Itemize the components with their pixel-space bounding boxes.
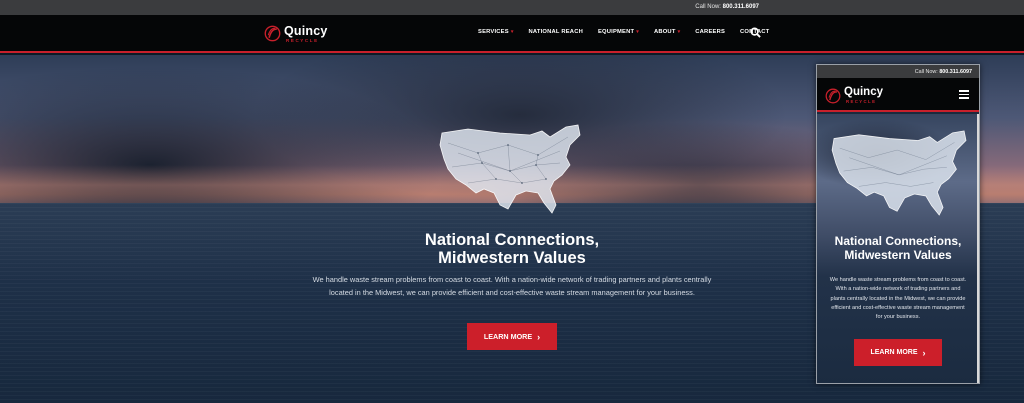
nav-label: NATIONAL REACH xyxy=(528,29,583,35)
chevron-down-icon: ▾ xyxy=(510,29,514,35)
main-nav: SERVICES ▾ NATIONAL REACH EQUIPMENT ▾ AB… xyxy=(478,29,769,35)
us-map-network-icon xyxy=(439,124,581,214)
logo-swirl-icon xyxy=(825,88,841,104)
brand-tagline: RECYCLE xyxy=(286,38,319,43)
mobile-call-label: Call Now: xyxy=(914,68,938,75)
chevron-down-icon: ▾ xyxy=(636,29,639,35)
chevron-right-icon: › xyxy=(922,347,926,358)
mobile-description: We handle waste stream problems from coa… xyxy=(825,276,971,322)
mobile-hero: National Connections, Midwestern Values … xyxy=(817,114,979,383)
blurb-line-2: located in the Midwest, we can provide e… xyxy=(329,288,695,297)
mobile-scrollbar[interactable] xyxy=(977,114,979,383)
utility-bar: Call Now: 800.311.6097 xyxy=(0,0,1024,15)
brand-name: Quincy xyxy=(284,24,328,38)
mobile-brand-name: Quincy xyxy=(844,86,883,98)
chevron-right-icon: › xyxy=(537,331,541,342)
mobile-blurb-line: for your business. xyxy=(875,314,921,321)
mobile-learn-more-button[interactable]: LEARN MORE › xyxy=(854,339,942,366)
mobile-blurb-line: With a nation-wide network of trading pa… xyxy=(835,286,961,293)
blurb-line-1: We handle waste stream problems from coa… xyxy=(312,275,712,284)
nav-national-reach[interactable]: NATIONAL REACH xyxy=(529,29,583,35)
nav-label: SERVICES xyxy=(478,29,509,35)
mobile-blurb-line: We handle waste stream problems from coa… xyxy=(829,277,967,283)
site-header: Quincy RECYCLE SERVICES ▾ NATIONAL REACH… xyxy=(0,15,1024,53)
call-now[interactable]: Call Now: 800.311.6097 xyxy=(695,4,759,10)
hero-description: We handle waste stream problems from coa… xyxy=(282,273,742,299)
mobile-headline: National Connections, Midwestern Values xyxy=(821,234,975,262)
mobile-cta-label: LEARN MORE xyxy=(870,349,918,356)
mobile-utility-bar: Call Now: 800.311.6097 xyxy=(817,65,979,78)
nav-label: ABOUT xyxy=(653,29,676,35)
phone-number[interactable]: 800.311.6097 xyxy=(723,4,759,10)
nav-careers[interactable]: CAREERS xyxy=(695,29,725,35)
nav-label: CAREERS xyxy=(695,29,726,35)
us-map-network-icon xyxy=(831,130,967,216)
mobile-blurb-line: efficient and cost-effective waste strea… xyxy=(831,304,965,311)
cta-label: LEARN MORE xyxy=(483,332,533,341)
mobile-brand-tagline: RECYCLE xyxy=(846,99,877,104)
call-now-label: Call Now: xyxy=(695,4,721,10)
mobile-headline-line-1: National Connections, xyxy=(834,234,962,248)
nav-label: EQUIPMENT xyxy=(597,29,635,35)
learn-more-button[interactable]: LEARN MORE › xyxy=(467,323,557,350)
chevron-down-icon: ▾ xyxy=(677,29,681,35)
nav-equipment[interactable]: EQUIPMENT ▾ xyxy=(598,29,639,35)
mobile-call-now[interactable]: Call Now: 800.311.6097 xyxy=(915,69,972,75)
headline-line-2: Midwestern Values xyxy=(438,249,586,267)
logo-swirl-icon xyxy=(264,25,281,42)
search-icon[interactable] xyxy=(750,27,761,38)
mobile-header: Quincy RECYCLE xyxy=(817,78,979,112)
hamburger-menu-icon[interactable] xyxy=(959,90,969,99)
hero-headline: National Connections, Midwestern Values xyxy=(360,231,664,267)
mobile-blurb-line: plants centrally located in the Midwest,… xyxy=(830,295,966,302)
mobile-phone-number[interactable]: 800.311.6097 xyxy=(939,69,972,75)
mobile-preview: Call Now: 800.311.6097 Quincy RECYCLE Na… xyxy=(816,64,980,384)
nav-about[interactable]: ABOUT ▾ xyxy=(654,29,680,35)
nav-services[interactable]: SERVICES ▾ xyxy=(478,29,514,35)
mobile-headline-line-2: Midwestern Values xyxy=(844,248,952,262)
headline-line-1: National Connections, xyxy=(424,231,600,249)
